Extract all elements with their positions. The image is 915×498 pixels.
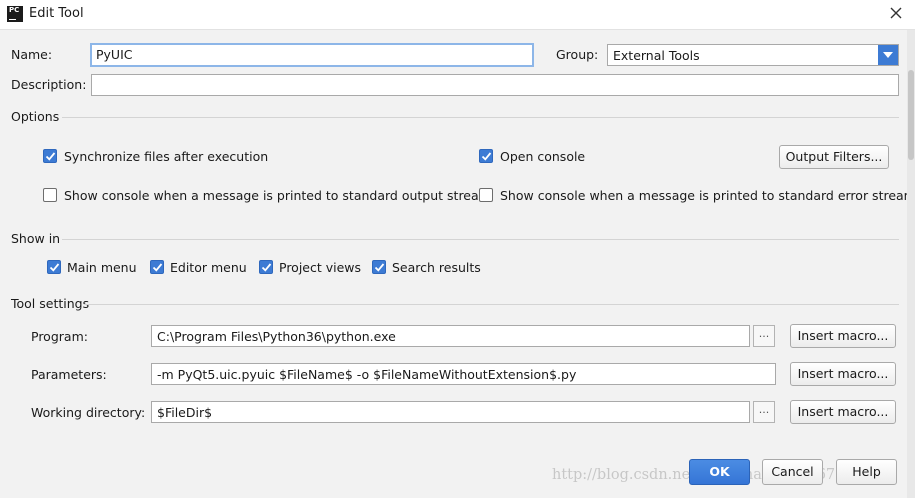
options-section-title: Options — [11, 109, 60, 124]
show-in-divider — [62, 239, 899, 240]
name-label: Name: — [11, 47, 53, 62]
program-insert-macro-button[interactable]: Insert macro... — [790, 324, 896, 348]
group-select[interactable]: External Tools — [607, 44, 899, 66]
checkmark-icon — [49, 263, 60, 272]
parameters-label: Parameters: — [31, 367, 107, 382]
dropdown-arrow-icon[interactable] — [878, 45, 898, 65]
program-label: Program: — [31, 329, 88, 344]
output-filters-button[interactable]: Output Filters... — [779, 145, 889, 169]
working-directory-insert-macro-button[interactable]: Insert macro... — [790, 400, 896, 424]
show-console-stdout-checkbox[interactable] — [43, 188, 57, 202]
app-icon: PC — [7, 6, 23, 22]
tool-settings-section-title: Tool settings — [11, 296, 90, 311]
title-bar: PC Edit Tool — [0, 0, 915, 30]
open-console-checkbox[interactable] — [479, 149, 493, 163]
editor-menu-checkbox[interactable] — [150, 260, 164, 274]
group-label: Group: — [556, 47, 599, 62]
parameters-input[interactable]: -m PyQt5.uic.pyuic $FileName$ -o $FileNa… — [151, 363, 776, 385]
open-console-label: Open console — [500, 149, 586, 164]
working-directory-browse-button[interactable]: ... — [753, 401, 775, 423]
main-menu-label: Main menu — [67, 260, 137, 275]
working-directory-label: Working directory: — [31, 405, 146, 420]
name-input[interactable]: PyUIC — [90, 43, 534, 67]
tool-settings-divider — [84, 304, 899, 305]
show-console-stdout-label: Show console when a message is printed t… — [64, 188, 491, 203]
options-divider — [62, 117, 899, 118]
checkmark-icon — [152, 263, 163, 272]
sync-files-label: Synchronize files after execution — [64, 149, 269, 164]
scrollbar-thumb[interactable] — [908, 70, 914, 160]
window-title: Edit Tool — [29, 6, 84, 21]
program-input[interactable]: C:\Program Files\Python36\python.exe — [151, 325, 750, 347]
sync-files-checkbox[interactable] — [43, 149, 57, 163]
main-menu-checkbox[interactable] — [47, 260, 61, 274]
ok-button[interactable]: OK — [689, 459, 750, 485]
editor-menu-label: Editor menu — [170, 260, 247, 275]
show-console-stderr-checkbox[interactable] — [479, 188, 493, 202]
project-views-label: Project views — [279, 260, 362, 275]
checkmark-icon — [374, 263, 385, 272]
help-button[interactable]: Help — [836, 459, 897, 485]
scrollbar[interactable] — [907, 30, 915, 498]
app-icon-text: PC — [9, 6, 20, 14]
show-in-section-title: Show in — [11, 231, 61, 246]
description-input[interactable] — [91, 74, 899, 96]
show-console-stderr-label: Show console when a message is printed t… — [500, 188, 915, 203]
search-results-label: Search results — [392, 260, 481, 275]
search-results-checkbox[interactable] — [372, 260, 386, 274]
project-views-checkbox[interactable] — [259, 260, 273, 274]
parameters-insert-macro-button[interactable]: Insert macro... — [790, 362, 896, 386]
checkmark-icon — [45, 152, 56, 161]
program-browse-button[interactable]: ... — [753, 325, 775, 347]
cancel-button[interactable]: Cancel — [762, 459, 823, 485]
working-directory-input[interactable]: $FileDir$ — [151, 401, 750, 423]
checkmark-icon — [481, 152, 492, 161]
checkmark-icon — [261, 263, 272, 272]
close-icon[interactable] — [887, 4, 905, 22]
description-label: Description: — [11, 77, 87, 92]
group-select-value: External Tools — [613, 48, 700, 63]
